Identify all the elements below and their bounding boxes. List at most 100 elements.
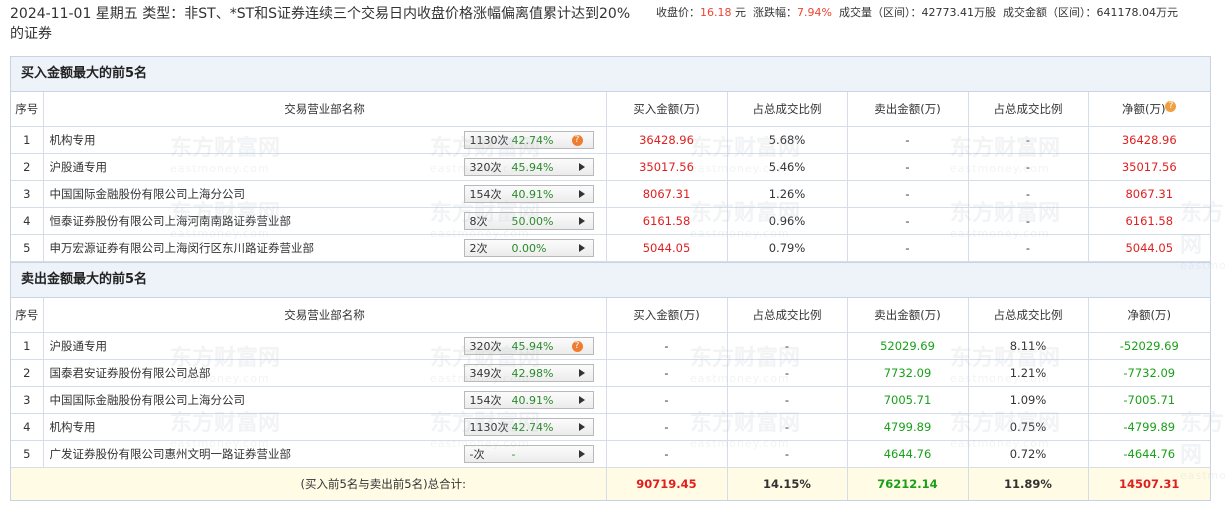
broker-name[interactable]: 恒泰证券股份有限公司上海河南南路证券营业部 <box>50 213 292 229</box>
win-rate: 0.00% <box>511 242 547 255</box>
sell-amount: 7732.09 <box>847 359 969 387</box>
broker-stats-button[interactable]: 154次 40.91% <box>463 391 594 409</box>
close-price-value: 16.18 <box>700 6 732 19</box>
net-amount: -7005.71 <box>1088 386 1210 414</box>
help-icon[interactable]: ? <box>571 341 583 352</box>
win-rate: 40.91% <box>511 188 554 201</box>
col-sell-ratio: 占总成交比例 <box>968 92 1089 127</box>
sell-table-header: 序号 交易营业部名称 买入金额(万) 占总成交比例 卖出金额(万) 占总成交比例… <box>11 298 1210 333</box>
buy-ratio: 0.96% <box>727 207 848 235</box>
table-row: 2 沪股通专用 320次 45.94% 35017.56 5.46% - -35017.56 <box>11 153 1210 181</box>
trade-count: 1130次 <box>469 421 509 434</box>
play-arrow-icon[interactable] <box>578 396 585 404</box>
buy-table: 序号 交易营业部名称 买入金额(万) 占总成交比例 卖出金额(万) 占总成交比例… <box>11 92 1210 262</box>
broker-name[interactable]: 沪股通专用 <box>50 159 108 175</box>
buy-amount: - <box>606 359 728 387</box>
play-arrow-icon[interactable] <box>578 369 585 377</box>
broker-name[interactable]: 申万宏源证券有限公司上海闵行区东川路证券营业部 <box>50 240 315 256</box>
broker-stats-button[interactable]: 1130次 42.74% <box>463 418 594 436</box>
broker-name[interactable]: 机构专用 <box>50 132 96 148</box>
col-sell: 卖出金额(万) <box>847 298 969 333</box>
sell-table: 序号 交易营业部名称 买入金额(万) 占总成交比例 卖出金额(万) 占总成交比例… <box>11 298 1210 500</box>
net-amount: 6161.58 <box>1088 207 1210 235</box>
broker-stats-button[interactable]: 1130次 42.74%? <box>463 131 594 149</box>
broker-cell: 广发证券股份有限公司惠州文明一路证券营业部 -次 - <box>43 440 607 468</box>
play-arrow-icon[interactable] <box>578 217 585 225</box>
table-row: 1 机构专用 1130次 42.74%? 36428.96 5.68% - -36428.96 <box>11 126 1210 154</box>
buy-ratio: 5.68% <box>727 126 848 154</box>
broker-name[interactable]: 国泰君安证券股份有限公司总部 <box>50 365 211 381</box>
col-net: 净额(万) <box>1088 298 1210 333</box>
change-label: 涨跌幅： <box>753 6 797 19</box>
net-amount: 35017.56 <box>1088 153 1210 181</box>
sell-ratio: - <box>968 180 1089 208</box>
trade-count: -次 <box>469 448 485 461</box>
broker-stats-button[interactable]: 2次 0.00% <box>463 239 594 257</box>
trade-count: 320次 <box>469 161 502 174</box>
help-icon[interactable]: ? <box>571 135 583 146</box>
sell-ratio: 0.72% <box>968 440 1089 468</box>
total-sell: 76212.14 <box>847 467 969 500</box>
broker-name[interactable]: 中国国际金融股份有限公司上海分公司 <box>50 392 246 408</box>
net-amount: -52029.69 <box>1088 332 1210 360</box>
trade-count: 8次 <box>469 215 488 228</box>
buy-amount: 5044.05 <box>606 234 728 262</box>
broker-cell: 恒泰证券股份有限公司上海河南南路证券营业部 8次 50.00% <box>43 207 607 235</box>
broker-stats-button[interactable]: 8次 50.00% <box>463 212 594 230</box>
broker-stats-button[interactable]: 320次 45.94% <box>463 158 594 176</box>
change-value: 7.94% <box>797 6 832 19</box>
broker-stats-button[interactable]: 320次 45.94%? <box>463 337 594 355</box>
sell-amount: 7005.71 <box>847 386 969 414</box>
buy-table-body: 1 机构专用 1130次 42.74%? 36428.96 5.68% - -36428.96… <box>11 126 1210 262</box>
volume-value: 42773.41万股 <box>921 6 996 19</box>
win-rate: 42.98% <box>511 367 554 380</box>
broker-cell: 国泰君安证券股份有限公司总部 349次 42.98% <box>43 359 607 387</box>
amount-label: 成交金额（区间）： <box>1002 6 1097 19</box>
sell-amount: - <box>847 207 969 235</box>
win-rate: 40.91% <box>511 394 554 407</box>
buy-section-title: 买入金额最大的前5名 <box>11 57 1210 92</box>
play-arrow-icon[interactable] <box>578 450 585 458</box>
help-icon[interactable]: ? <box>1165 101 1177 112</box>
broker-name[interactable]: 中国国际金融股份有限公司上海分公司 <box>50 186 246 202</box>
broker-cell: 沪股通专用 320次 45.94%? <box>43 332 607 360</box>
broker-name[interactable]: 沪股通专用 <box>50 338 108 354</box>
total-row: (买入前5名与卖出前5名)总合计: 90719.45 14.15% 76212.… <box>11 467 1210 500</box>
broker-stats-button[interactable]: -次 - <box>463 445 594 463</box>
col-seq: 序号 <box>11 92 44 127</box>
play-arrow-icon[interactable] <box>578 423 585 431</box>
price-stats: 收盘价：16.18 元 涨跌幅：7.94% 成交量（区间）：42773.41万股… <box>656 6 1178 20</box>
buy-amount: 36428.96 <box>606 126 728 154</box>
col-sell-ratio: 占总成交比例 <box>968 298 1089 333</box>
col-sell: 卖出金额(万) <box>847 92 969 127</box>
broker-cell: 机构专用 1130次 42.74%? <box>43 126 607 154</box>
col-buy: 买入金额(万) <box>606 92 728 127</box>
col-buy-ratio: 占总成交比例 <box>727 298 848 333</box>
buy-ratio: - <box>727 440 848 468</box>
sell-table-body: 1 沪股通专用 320次 45.94%? - -52029.69 8.11% -52029.6… <box>11 332 1210 468</box>
broker-cell: 沪股通专用 320次 45.94% <box>43 153 607 181</box>
play-arrow-icon[interactable] <box>578 244 585 252</box>
total-buy: 90719.45 <box>606 467 728 500</box>
buy-ratio: - <box>727 386 848 414</box>
broker-name[interactable]: 机构专用 <box>50 419 96 435</box>
dragon-tiger-panel: 买入金额最大的前5名 序号 交易营业部名称 买入金额(万) 占总成交比例 卖出金… <box>10 56 1211 501</box>
col-name: 交易营业部名称 <box>43 298 607 333</box>
col-name: 交易营业部名称 <box>43 92 607 127</box>
sell-section-title: 卖出金额最大的前5名 <box>11 262 1210 298</box>
total-net: 14507.31 <box>1088 467 1210 500</box>
play-arrow-icon[interactable] <box>578 163 585 171</box>
col-net-label: 净额(万) <box>1122 102 1166 116</box>
win-rate: 42.74% <box>511 421 554 434</box>
page-header: 2024-11-01 星期五 类型：非ST、*ST和S证券连续三个交易日内收盘价… <box>0 0 1225 52</box>
sell-ratio: 0.75% <box>968 413 1089 441</box>
buy-amount: - <box>606 440 728 468</box>
buy-amount: - <box>606 413 728 441</box>
broker-stats-button[interactable]: 349次 42.98% <box>463 364 594 382</box>
broker-cell: 中国国际金融股份有限公司上海分公司 154次 40.91% <box>43 180 607 208</box>
broker-name[interactable]: 广发证券股份有限公司惠州文明一路证券营业部 <box>50 446 292 462</box>
broker-stats-button[interactable]: 154次 40.91% <box>463 185 594 203</box>
close-price-unit: 元 <box>731 6 746 19</box>
col-seq: 序号 <box>11 298 44 333</box>
play-arrow-icon[interactable] <box>578 190 585 198</box>
